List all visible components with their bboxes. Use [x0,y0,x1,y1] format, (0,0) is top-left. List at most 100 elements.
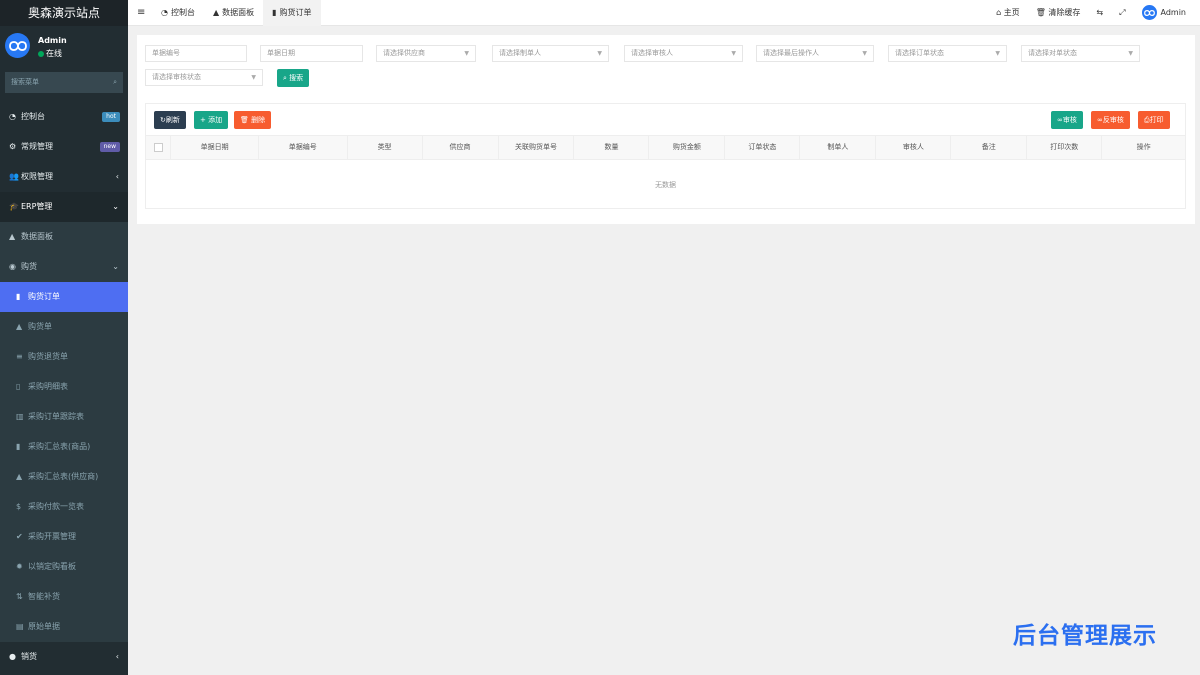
sidebar-item-13[interactable]: $ 采购付款一览表 [0,492,128,522]
sidebar-item-3[interactable]: 🎓 ERP管理 ⌄ [0,192,128,222]
add-button[interactable]: + 添加 [194,111,229,129]
refresh-button[interactable]: ↻刷新 [154,111,186,129]
fullscreen-icon[interactable]: ⤢ [1111,0,1133,26]
menu-badge: hot [102,112,120,122]
delete-button[interactable]: 🗑 删除 [234,111,272,129]
tab-bar: ◔ 控制台 ▲ 数据面板 ▮ 购货订单 [152,0,321,26]
watermark-text: 后台管理展示 [1013,623,1157,649]
sidebar-item-11[interactable]: ▮ 采购汇总表(商品) [0,432,128,462]
bar-chart-icon: ▮ [16,442,21,451]
search-icon[interactable]: ⌕ [113,72,117,93]
column-header[interactable]: 单据编号 [259,136,348,159]
navbar-right: ⌂ 主页 🗑 清除缓存 ⇆ ⤢ Admin [988,0,1200,26]
online-dot-icon [38,51,44,57]
reconcile-status-select[interactable]: 请选择对单状态 ▼ [1021,45,1140,62]
sidebar-toggle-icon[interactable]: ≡ [137,0,145,26]
chevron-left-icon: ‹ [115,172,119,181]
order-status-select[interactable]: 请选择订单状态 ▼ [888,45,1007,62]
clipboard-icon: ▤ [16,622,24,631]
tab-1[interactable]: ▲ 数据面板 [204,0,263,26]
home-link[interactable]: ⌂ 主页 [988,0,1028,26]
admin-menu[interactable]: Admin [1134,0,1200,26]
user-panel: Admin 在线 [0,26,128,66]
sidebar-menu: ◔ 控制台 hot ⚙ 常规管理 new 👥 权限管理 ‹ 🎓 ERP管理 ⌄ ▲ 数据面板 ◉ 购货 ⌄ ▮ 购货… [0,102,128,672]
top-navbar: ≡ ◔ 控制台 ▲ 数据面板 ▮ 购货订单 ⌂ 主页 🗑 清除缓存 ⇆ ⤢ Admin [128,0,1200,26]
home-icon: ⌂ [996,8,1002,17]
search-button[interactable]: ⌕ 搜索 [277,69,310,87]
plus-icon: + [200,116,206,124]
sidebar-item-1[interactable]: ⚙ 常规管理 new [0,132,128,162]
sidebar-item-9[interactable]: ▯ 采购明细表 [0,372,128,402]
sidebar-item-4[interactable]: ▲ 数据面板 [0,222,128,252]
sidebar-item-14[interactable]: ✔ 采购开票管理 [0,522,128,552]
sidebar-item-label: 权限管理 [21,172,53,181]
app-logo-title[interactable]: 奥森演示站点 [0,0,128,26]
user-name: Admin [38,36,67,45]
building-icon: ▥ [16,412,24,421]
column-header[interactable]: 供应商 [423,136,499,159]
column-header[interactable]: 操作 [1102,136,1185,159]
column-header[interactable]: 类型 [348,136,423,159]
sidebar-item-label: 数据面板 [21,232,53,241]
chevron-down-icon: ⌄ [112,262,119,271]
auditor-select[interactable]: 请选择审核人 ▼ [624,45,743,62]
print-button[interactable]: ⎙打印 [1138,111,1170,129]
tab-label: 控制台 [170,8,195,17]
github-icon: ◉ [9,262,16,271]
menu-search-input[interactable]: 搜索菜单 ⌕ [5,72,123,93]
sidebar-item-5[interactable]: ◉ 购货 ⌄ [0,252,128,282]
tab-2[interactable]: ▮ 购货订单 [263,0,321,26]
dollar-icon: $ [16,502,22,511]
unaudit-button[interactable]: ∞反审核 [1091,111,1130,129]
column-header[interactable]: 数量 [574,136,650,159]
sidebar-item-label: 购货订单 [28,292,60,301]
column-header[interactable]: 购货金额 [649,136,726,159]
sidebar-item-label: 智能补货 [28,592,60,601]
chevron-down-icon: ▼ [995,50,1000,57]
infinity-logo-icon [1143,9,1155,16]
sidebar-item-16[interactable]: ⇅ 智能补货 [0,582,128,612]
search-icon: ⌕ [283,74,287,82]
sidebar-item-2[interactable]: 👥 权限管理 ‹ [0,162,128,192]
last-operator-select[interactable]: 请选择最后操作人 ▼ [756,45,874,62]
column-header[interactable]: 关联购货单号 [499,136,575,159]
sidebar-item-label: 采购开票管理 [28,532,76,541]
column-header[interactable]: 审核人 [876,136,952,159]
trash-icon: 🗑 [1035,8,1046,17]
sidebar-item-7[interactable]: ▲ 购货单 [0,312,128,342]
sidebar-item-6[interactable]: ▮ 购货订单 [0,282,128,312]
audit-button[interactable]: ∞审核 [1051,111,1083,129]
data-table: 单据日期 单据编号 类型 供应商 关联购货单号 数量 购货金额 订单状态 制单人 审核人 备注 打印次… [145,103,1186,209]
bill-no-input[interactable]: 单据编号 [145,45,247,62]
sidebar-item-8[interactable]: ≡ 购货退货单 [0,342,128,372]
sidebar-item-10[interactable]: ▥ 采购订单跟踪表 [0,402,128,432]
sidebar-item-15[interactable]: ✹ 以销定购看板 [0,552,128,582]
column-header[interactable]: 制单人 [800,136,877,159]
sidebar-item-12[interactable]: ▲ 采购汇总表(供应商) [0,462,128,492]
language-icon[interactable]: ⇆ [1088,0,1111,26]
avatar [5,33,30,58]
check-circle-icon: ✔ [16,532,23,541]
sort-amount-icon: ⇅ [16,592,23,601]
clear-cache-button[interactable]: 🗑 清除缓存 [1028,0,1089,26]
bar-chart-icon: ▮ [272,8,277,17]
column-header[interactable]: 备注 [951,136,1028,159]
chevron-down-icon: ▼ [251,74,256,81]
select-all-checkbox[interactable] [153,142,163,152]
column-header[interactable]: 打印次数 [1027,136,1103,159]
bill-date-input[interactable]: 单据日期 [260,45,363,62]
sidebar-item-18[interactable]: ● 销货 ‹ [0,642,128,672]
trash-icon: 🗑 [240,116,249,124]
audit-status-select[interactable]: 请选择审核状态 ▼ [145,69,263,86]
sidebar-item-0[interactable]: ◔ 控制台 hot [0,102,128,132]
empty-message: 无数据 [655,181,676,189]
column-header[interactable]: 单据日期 [171,136,259,159]
tab-0[interactable]: ◔ 控制台 [152,0,204,26]
supplier-select[interactable]: 请选择供应商 ▼ [376,45,476,62]
creator-select[interactable]: 请选择制单人 ▼ [492,45,609,62]
tab-label: 数据面板 [222,8,255,17]
sidebar-item-17[interactable]: ▤ 原始单据 [0,612,128,642]
menu-badge: new [99,142,120,152]
column-header[interactable]: 订单状态 [725,136,801,159]
sidebar-item-label: 采购明细表 [28,382,68,391]
